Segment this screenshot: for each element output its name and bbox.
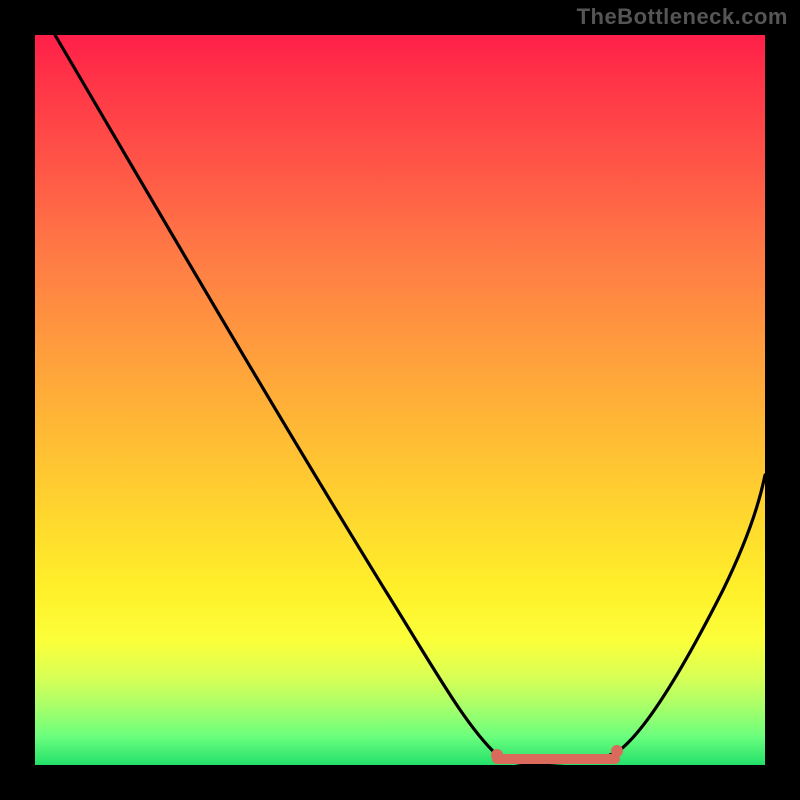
bottleneck-curve [55,35,765,764]
plot-area [35,35,765,765]
curve-layer [35,35,765,765]
optimum-dot-right [611,745,623,757]
watermark-text: TheBottleneck.com [577,4,788,30]
chart-frame: TheBottleneck.com [0,0,800,800]
optimum-dot-left [491,749,503,761]
